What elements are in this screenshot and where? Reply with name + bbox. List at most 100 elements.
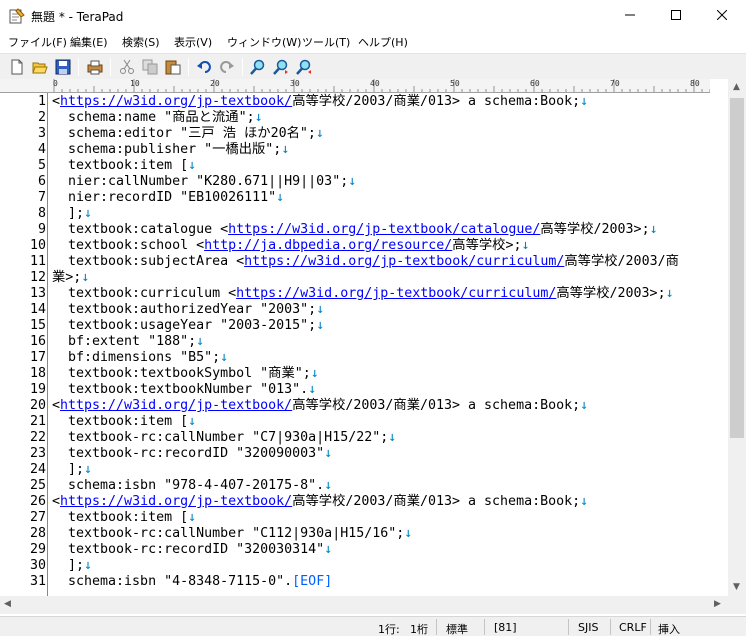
editor-line[interactable]: 10 textbook:school <http://ja.dbpedia.or… xyxy=(0,238,728,254)
terapad-app-icon[interactable] xyxy=(9,8,25,24)
editor-line[interactable]: 2 schema:name "商品と流通";↓ xyxy=(0,110,728,126)
line-text: textbook-rc:recordID "320090003"↓ xyxy=(52,446,332,462)
line-text: textbook:curriculum <https://w3id.org/jp… xyxy=(52,286,674,302)
editor-line[interactable]: 23 textbook-rc:recordID "320090003"↓ xyxy=(0,446,728,462)
menu-tools[interactable]: ツール(T) xyxy=(302,34,350,50)
menu-help[interactable]: ヘルプ(H) xyxy=(358,34,408,50)
text-editor[interactable]: 1 <https://w3id.org/jp-textbook/高等学校/2003… xyxy=(0,93,728,596)
editor-line[interactable]: 17 bf:dimensions "B5";↓ xyxy=(0,350,728,366)
menu-edit[interactable]: 編集(E) xyxy=(70,34,108,50)
open-folder-icon xyxy=(32,62,48,74)
editor-line[interactable]: 21 textbook:item [↓ xyxy=(0,414,728,430)
line-number: 22 xyxy=(29,430,46,445)
editor-line[interactable]: 15 textbook:usageYear "2003-2015";↓ xyxy=(0,318,728,334)
cut-button[interactable] xyxy=(117,57,137,77)
editor-line[interactable]: 18 textbook:textbookSymbol "商業";↓ xyxy=(0,366,728,382)
vertical-scroll-thumb[interactable] xyxy=(730,98,744,438)
editor-line[interactable]: 11 textbook:subjectArea <https://w3id.or… xyxy=(0,254,728,270)
code-text: textbook-rc:recordID "320030314" xyxy=(52,542,325,557)
find-next-button[interactable] xyxy=(271,57,291,77)
ruler-label-10: 10 xyxy=(130,79,140,88)
line-number: 8 xyxy=(37,206,46,221)
horizontal-scrollbar[interactable]: ◀ ▶ xyxy=(0,596,728,614)
ruler-label-0: 0 xyxy=(53,79,58,88)
editor-line[interactable]: 26 <https://w3id.org/jp-textbook/高等学校/200… xyxy=(0,494,728,510)
paste-button[interactable] xyxy=(163,57,183,77)
editor-line[interactable]: 6 nier:callNumber "K280.671||H9||03";↓ xyxy=(0,174,728,190)
line-text: nier:recordID "EB10026111"↓ xyxy=(52,190,284,206)
return-mark: ↓ xyxy=(196,334,205,349)
redo-button[interactable] xyxy=(217,57,237,77)
url-link[interactable]: https://w3id.org/jp-textbook/ xyxy=(60,494,292,509)
menu-file[interactable]: ファイル(F) xyxy=(8,34,67,50)
editor-line[interactable]: 29 textbook-rc:recordID "320030314"↓ xyxy=(0,542,728,558)
line-text: ];↓ xyxy=(52,462,92,478)
scroll-right-icon[interactable]: ▶ xyxy=(714,599,721,609)
editor-line[interactable]: 9 textbook:catalogue <https://w3id.org/j… xyxy=(0,222,728,238)
scroll-up-icon[interactable]: ▲ xyxy=(733,82,740,92)
code-text: textbook:authorizedYear "2003"; xyxy=(52,302,317,317)
editor-line[interactable]: 30 ];↓ xyxy=(0,558,728,574)
return-mark: ↓ xyxy=(84,558,93,573)
code-text: schema:isbn "4-8348-7115-0". xyxy=(52,574,293,589)
line-number: 17 xyxy=(29,350,46,365)
editor-line[interactable]: 4 schema:publisher "一橋出版";↓ xyxy=(0,142,728,158)
new-file-button[interactable] xyxy=(7,57,27,77)
line-number: 14 xyxy=(29,302,46,317)
editor-line[interactable]: 22 textbook-rc:callNumber "C7|930a|H15/2… xyxy=(0,430,728,446)
copy-button[interactable] xyxy=(140,57,160,77)
scroll-down-icon[interactable]: ▼ xyxy=(733,582,740,592)
editor-line[interactable]: 27 textbook:item [↓ xyxy=(0,510,728,526)
find-prev-button[interactable] xyxy=(294,57,314,77)
url-link[interactable]: https://w3id.org/jp-textbook/curriculum/ xyxy=(236,286,556,301)
line-number: 28 xyxy=(29,526,46,541)
code-text: 高等学校/2003/商業/013> a schema:Book; xyxy=(292,398,581,413)
editor-line[interactable]: 5 textbook:item [↓ xyxy=(0,158,728,174)
line-text: schema:publisher "一橋出版";↓ xyxy=(52,142,289,158)
editor-line[interactable]: 13 textbook:curriculum <https://w3id.org… xyxy=(0,286,728,302)
minimize-button[interactable] xyxy=(607,0,653,30)
url-link[interactable]: https://w3id.org/jp-textbook/ xyxy=(60,398,292,413)
editor-line[interactable]: 20 <https://w3id.org/jp-textbook/高等学校/200… xyxy=(0,398,728,414)
open-file-button[interactable] xyxy=(30,57,50,77)
editor-line[interactable]: 24 ];↓ xyxy=(0,462,728,478)
editor-line[interactable]: 7 nier:recordID "EB10026111"↓ xyxy=(0,190,728,206)
scissors-icon xyxy=(120,59,134,74)
url-link[interactable]: http://ja.dbpedia.org/resource/ xyxy=(204,238,452,253)
editor-line[interactable]: 12 業>;↓ xyxy=(0,270,728,286)
code-text: bf:extent "188"; xyxy=(52,334,197,349)
url-link[interactable]: https://w3id.org/jp-textbook/ xyxy=(60,94,292,109)
editor-line[interactable]: 25 schema:isbn "978-4-407-20175-8".↓ xyxy=(0,478,728,494)
editor-line[interactable]: 31 schema:isbn "4-8348-7115-0".[EOF] xyxy=(0,574,728,590)
menu-view[interactable]: 表示(V) xyxy=(174,34,212,50)
editor-line[interactable]: 3 schema:editor "三戸 浩 ほか20名";↓ xyxy=(0,126,728,142)
editor-line[interactable]: 28 textbook-rc:callNumber "C112|930a|H15… xyxy=(0,526,728,542)
ruler-label-60: 60 xyxy=(530,79,540,88)
editor-line[interactable]: 8 ];↓ xyxy=(0,206,728,222)
menu-search[interactable]: 検索(S) xyxy=(122,34,160,50)
print-button[interactable] xyxy=(85,57,105,77)
code-text: textbook:usageYear "2003-2015"; xyxy=(52,318,317,333)
url-link[interactable]: https://w3id.org/jp-textbook/catalogue/ xyxy=(228,222,540,237)
undo-button[interactable] xyxy=(194,57,214,77)
code-text: ]; xyxy=(52,558,85,573)
editor-line[interactable]: 19 textbook:textbookNumber "013".↓ xyxy=(0,382,728,398)
editor-line[interactable]: 16 bf:extent "188";↓ xyxy=(0,334,728,350)
return-mark: ↓ xyxy=(188,158,197,173)
editor-line[interactable]: 14 textbook:authorizedYear "2003";↓ xyxy=(0,302,728,318)
find-button[interactable] xyxy=(248,57,268,77)
editor-line[interactable]: 1 <https://w3id.org/jp-textbook/高等学校/2003… xyxy=(0,94,728,110)
status-newline[interactable]: CRLF xyxy=(619,621,647,634)
url-link[interactable]: https://w3id.org/jp-textbook/curriculum/ xyxy=(244,254,564,269)
menu-window[interactable]: ウィンドウ(W) xyxy=(227,34,301,50)
return-mark: ↓ xyxy=(276,190,285,205)
status-encoding[interactable]: SJIS xyxy=(578,621,598,634)
vertical-scrollbar[interactable]: ▲ ▼ xyxy=(728,79,746,596)
ruler-label-30: 30 xyxy=(290,79,300,88)
scroll-left-icon[interactable]: ◀ xyxy=(4,599,11,609)
maximize-button[interactable] xyxy=(653,0,699,30)
title-bar: 無題 * - TeraPad xyxy=(0,0,746,31)
copy-icon xyxy=(142,59,158,75)
save-button[interactable] xyxy=(53,57,73,77)
close-button[interactable] xyxy=(699,0,745,30)
